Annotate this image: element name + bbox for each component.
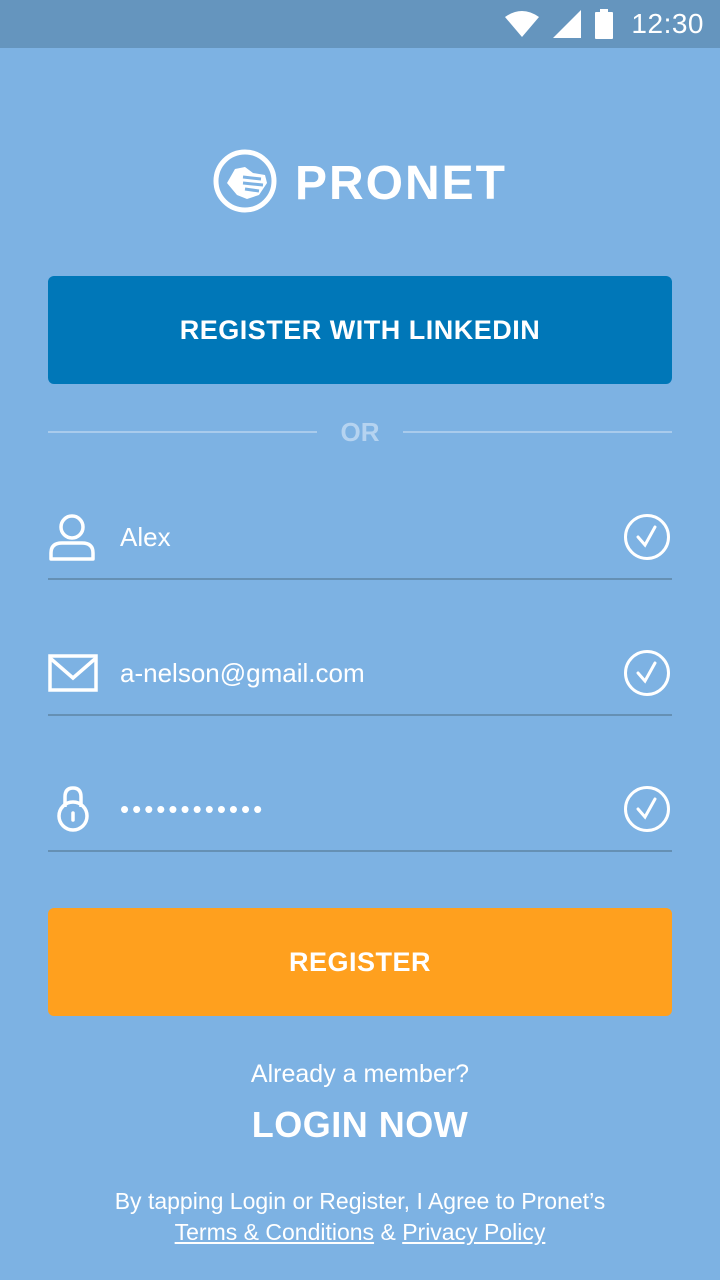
- divider-line-right: [403, 431, 672, 433]
- divider-label: OR: [340, 416, 380, 447]
- legal-notice: By tapping Login or Register, I Agree to…: [0, 1186, 720, 1248]
- check-circle-icon: [622, 512, 672, 562]
- legal-line: By tapping Login or Register, I Agree to…: [114, 1188, 606, 1214]
- lock-icon: [48, 779, 120, 839]
- status-bar: 12:30: [0, 0, 720, 48]
- name-field[interactable]: Alex: [48, 496, 672, 580]
- wifi-icon: [505, 11, 540, 37]
- register-with-linkedin-button[interactable]: REGISTER WITH LINKEDIN: [48, 276, 672, 384]
- check-circle-icon: [622, 648, 672, 698]
- or-divider: OR: [48, 414, 672, 450]
- already-member-text: Already a member?: [250, 1060, 470, 1088]
- user-icon: [48, 507, 120, 567]
- check-circle-icon: [622, 784, 672, 834]
- login-now-link[interactable]: LOGIN NOW: [0, 1104, 720, 1146]
- cell-signal-icon: [553, 10, 582, 38]
- name-value[interactable]: Alex: [120, 522, 622, 553]
- email-field[interactable]: a-nelson@gmail.com: [48, 632, 672, 716]
- handshake-icon: [213, 149, 277, 218]
- register-screen: 12:30 PRONET REGISTER WITH LINKEDIN OR A…: [0, 0, 720, 1280]
- legal-links-line: Terms & Conditions & Privacy Policy: [0, 1217, 720, 1248]
- app-logo: PRONET: [0, 149, 720, 218]
- legal-ampersand: &: [380, 1219, 396, 1245]
- mail-icon: [48, 643, 120, 703]
- battery-icon: [595, 9, 614, 39]
- password-field[interactable]: ••••••••••••: [48, 768, 672, 852]
- app-name: PRONET: [294, 156, 507, 210]
- status-time: 12:30: [631, 8, 704, 39]
- terms-link[interactable]: Terms & Conditions: [175, 1219, 374, 1245]
- divider-line-left: [48, 431, 317, 433]
- password-value[interactable]: ••••••••••••: [120, 794, 622, 825]
- privacy-policy-link[interactable]: Privacy Policy: [402, 1219, 545, 1245]
- register-button[interactable]: REGISTER: [48, 908, 672, 1016]
- email-value[interactable]: a-nelson@gmail.com: [120, 658, 622, 689]
